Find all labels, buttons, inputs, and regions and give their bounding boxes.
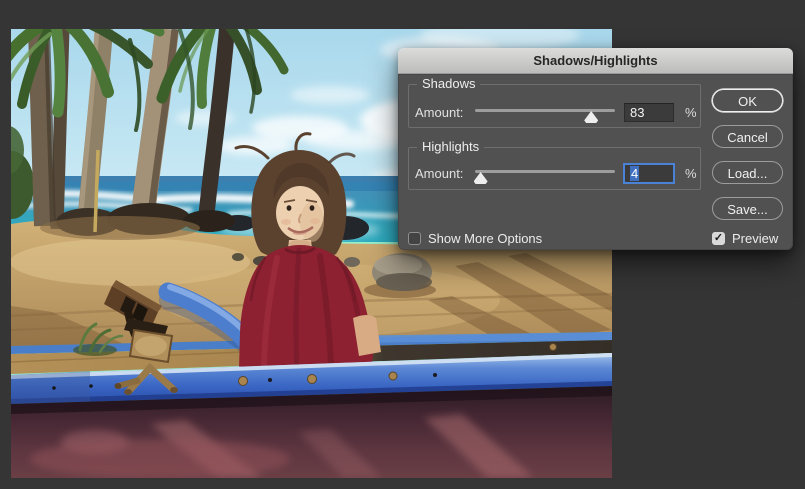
slider-track[interactable] [475, 170, 615, 173]
show-more-options-row: Show More Options [408, 231, 542, 246]
shadows-section-legend: Shadows [417, 76, 481, 91]
shadows-highlights-dialog: Shadows/Highlights Shadows Amount: 83 % … [398, 48, 793, 250]
preview-row: ✓ Preview [712, 231, 778, 246]
highlights-unit-label: % [685, 166, 697, 181]
show-more-options-label: Show More Options [428, 231, 543, 246]
photoshop-workspace: Shadows/Highlights Shadows Amount: 83 % … [0, 0, 805, 489]
slider-track[interactable] [475, 109, 615, 112]
slider-thumb[interactable] [584, 111, 599, 123]
shadows-section: Shadows Amount: 83 % [408, 76, 701, 128]
slider-thumb[interactable] [473, 172, 488, 184]
show-more-options-checkbox[interactable] [408, 232, 421, 245]
cancel-button[interactable]: Cancel [712, 125, 783, 148]
dialog-body: Shadows Amount: 83 % Highlights Amount: [398, 74, 793, 250]
shadows-amount-input[interactable]: 83 [624, 103, 674, 122]
highlights-section: Highlights Amount: 4 % [408, 139, 701, 190]
highlights-section-legend: Highlights [417, 139, 485, 154]
save-button[interactable]: Save... [712, 197, 783, 220]
ok-button[interactable]: OK [712, 89, 783, 112]
dialog-title: Shadows/Highlights [533, 53, 658, 68]
selected-value-text: 4 [630, 166, 640, 181]
shadows-unit-label: % [685, 105, 697, 120]
preview-checkbox[interactable]: ✓ [712, 232, 725, 245]
load-button[interactable]: Load... [712, 161, 783, 184]
checkmark-icon: ✓ [713, 232, 724, 244]
highlights-amount-input[interactable]: 4 [624, 164, 674, 183]
dialog-titlebar[interactable]: Shadows/Highlights [398, 48, 793, 74]
highlights-amount-slider[interactable] [473, 165, 615, 185]
shadows-amount-label: Amount: [415, 105, 464, 120]
highlights-amount-label: Amount: [415, 166, 464, 181]
shadows-amount-slider[interactable] [475, 104, 615, 124]
preview-label: Preview [732, 231, 779, 246]
